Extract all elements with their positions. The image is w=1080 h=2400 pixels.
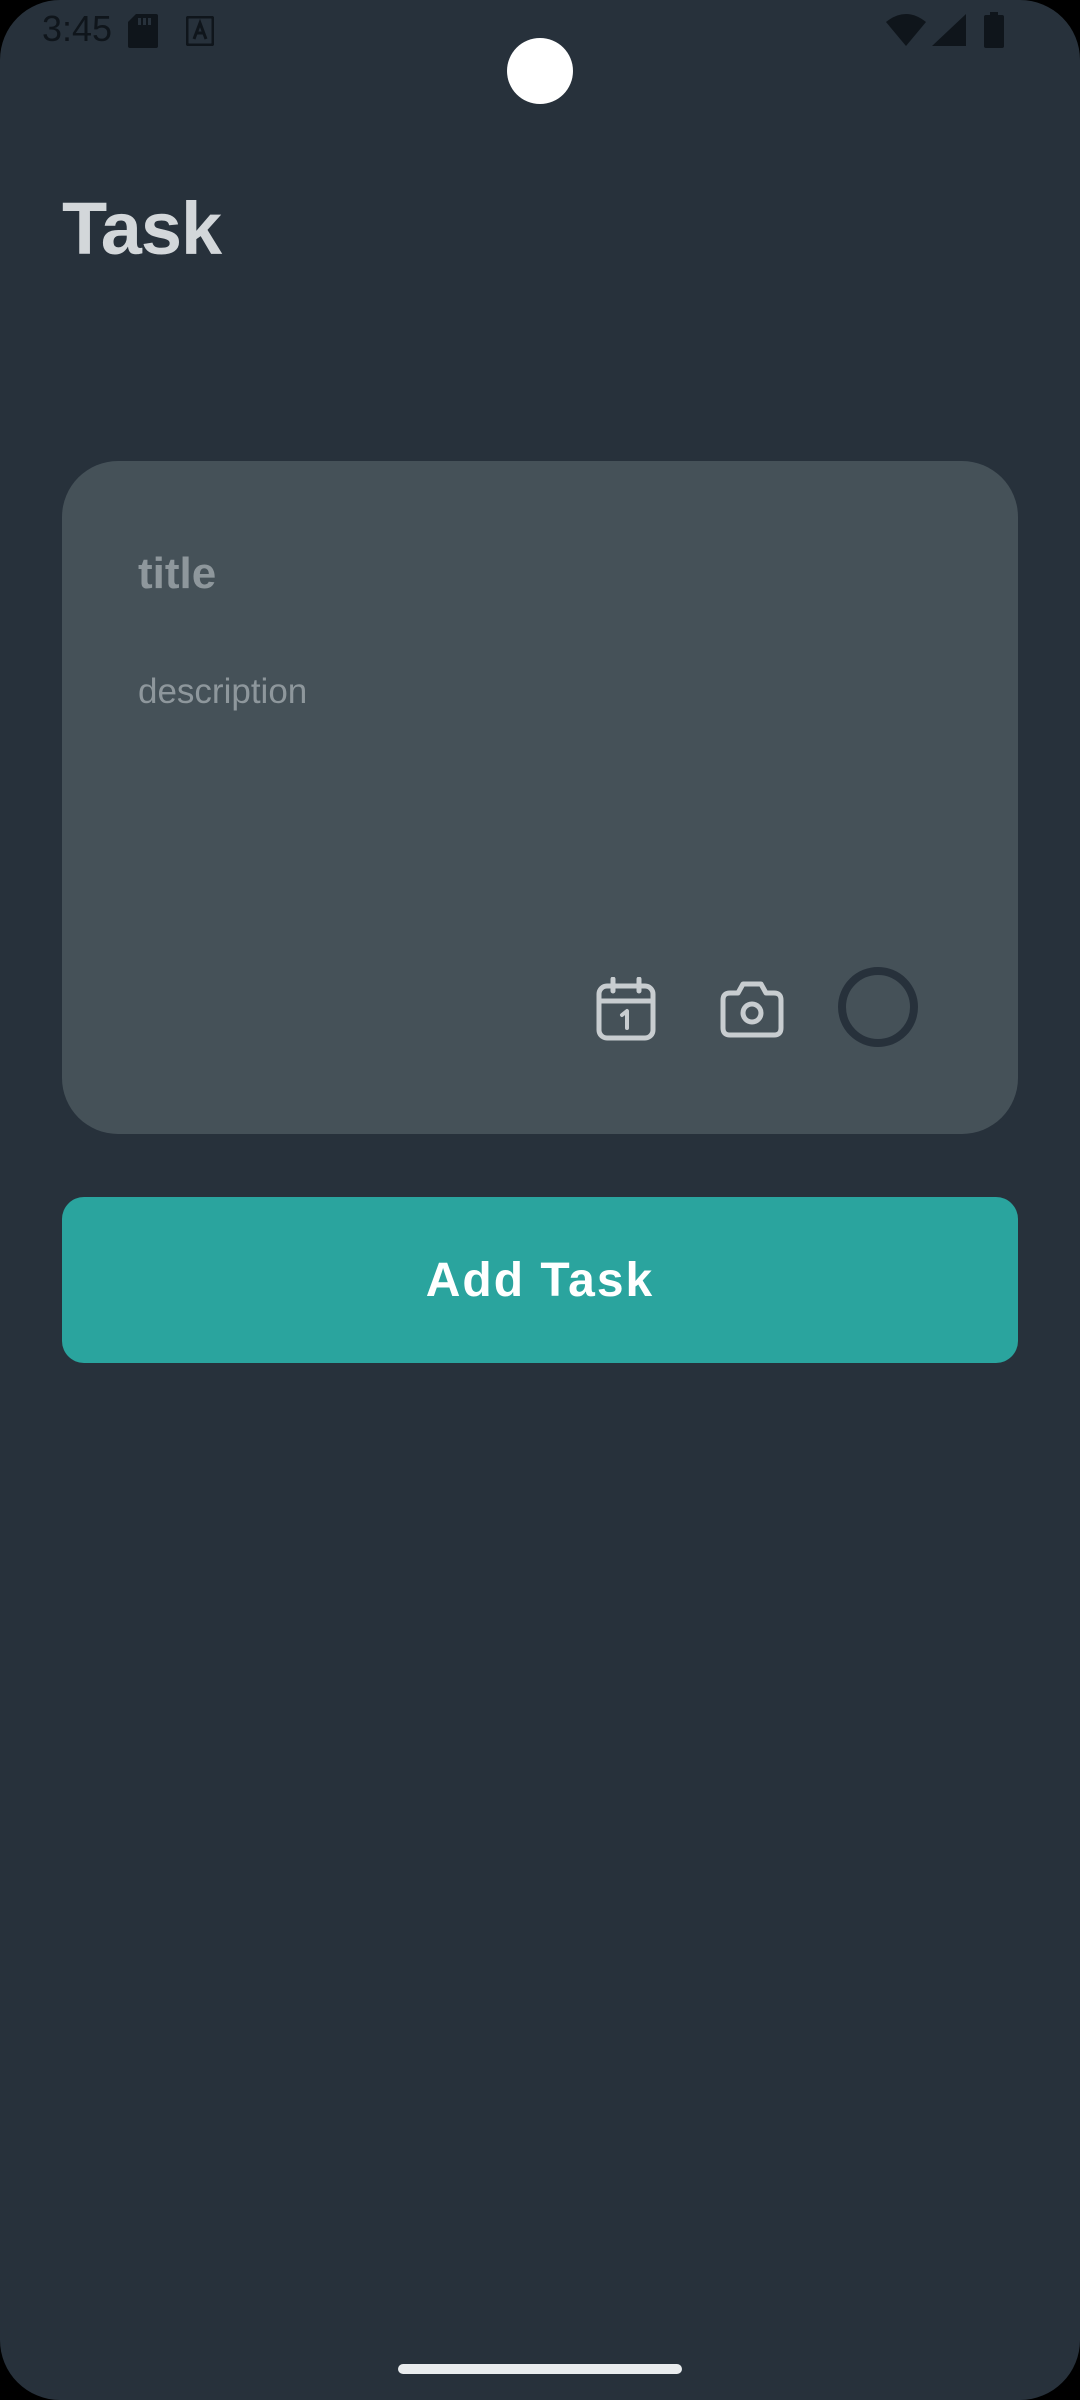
description-input[interactable]	[138, 669, 938, 869]
wifi-icon	[886, 14, 926, 46]
date-picker-button[interactable]	[586, 969, 666, 1049]
attach-photo-button[interactable]	[712, 969, 792, 1049]
camera-icon	[720, 981, 784, 1038]
completion-toggle[interactable]	[838, 967, 918, 1047]
signal-icon	[932, 14, 966, 46]
page-title: Task	[62, 187, 222, 270]
front-camera-cutout	[507, 38, 573, 104]
title-input[interactable]	[138, 539, 938, 609]
battery-icon	[984, 12, 1004, 48]
task-card	[62, 461, 1018, 1134]
add-task-button[interactable]: Add Task	[62, 1197, 1018, 1363]
sd-card-icon	[128, 14, 158, 48]
calendar-icon	[596, 977, 656, 1041]
home-indicator[interactable]	[398, 2364, 682, 2374]
status-time: 3:45	[42, 8, 113, 49]
app-screen: 3:45 Task title description Add Task	[0, 0, 1080, 2400]
a-notification-icon	[186, 16, 214, 46]
